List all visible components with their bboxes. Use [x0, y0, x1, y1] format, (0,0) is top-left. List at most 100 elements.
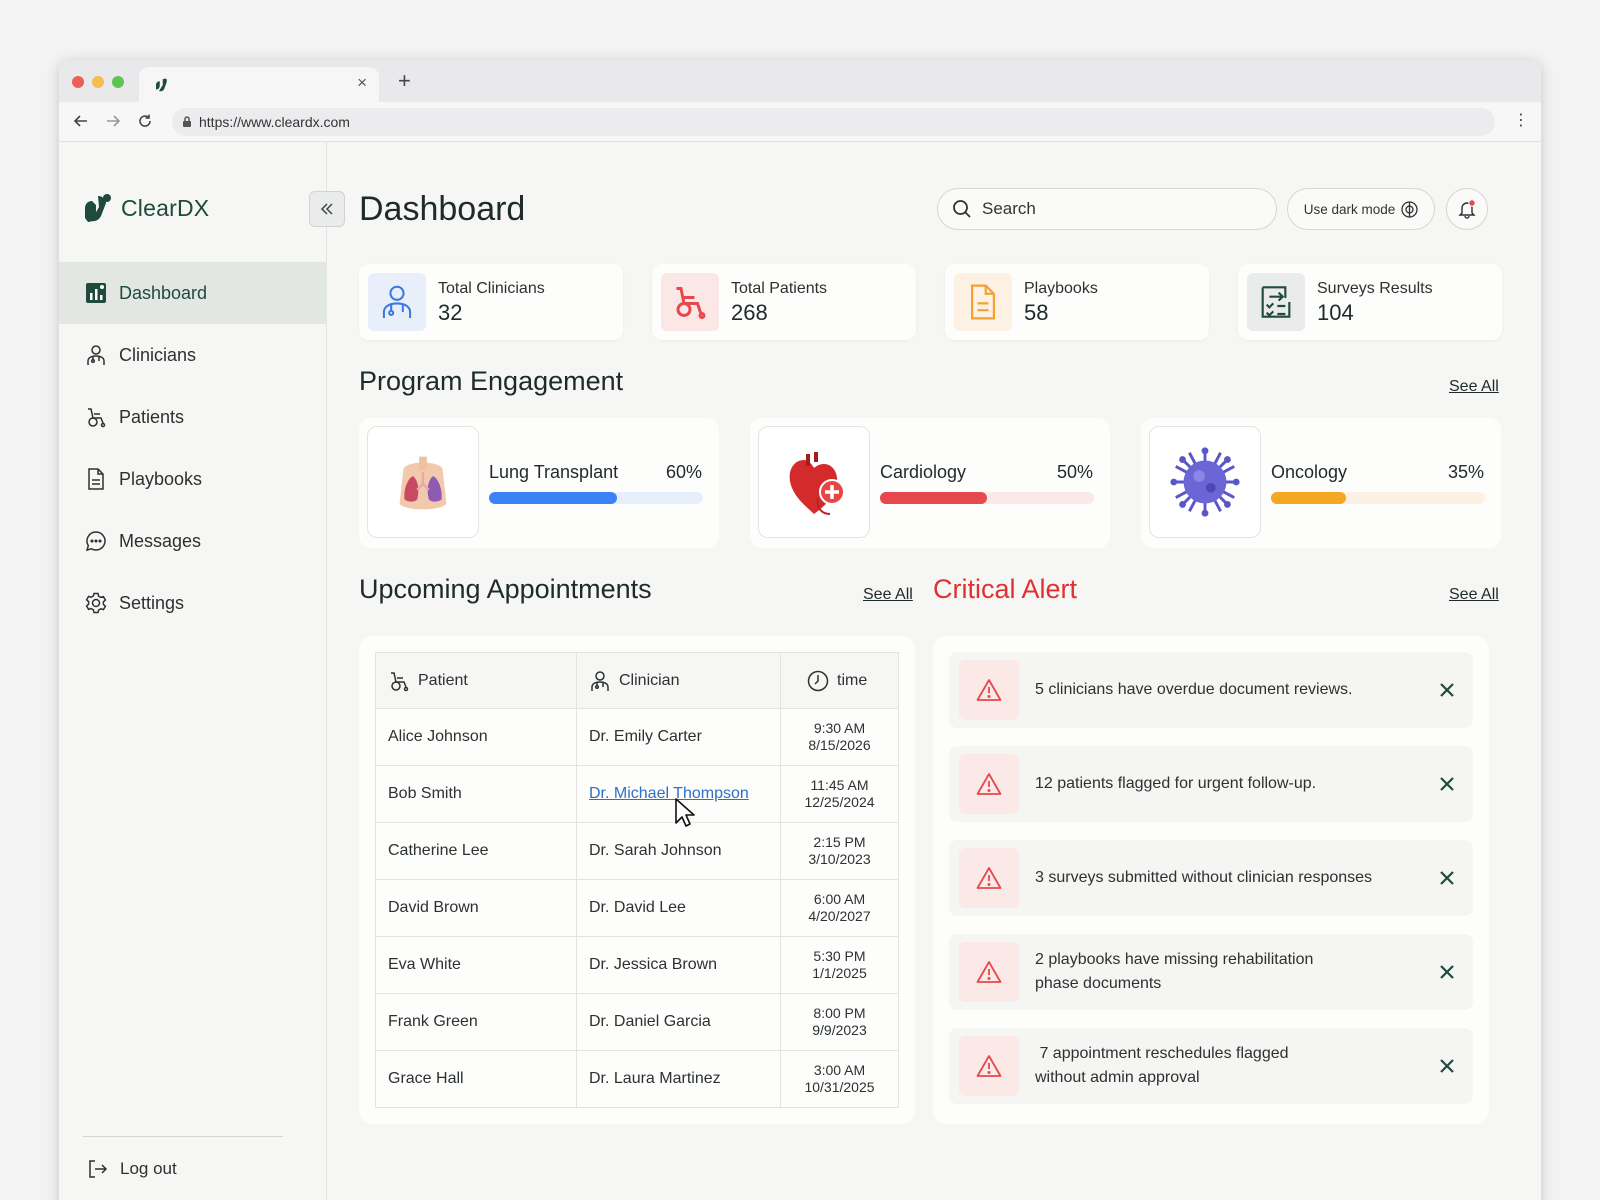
close-window-dot[interactable] [72, 76, 84, 88]
browser-tab[interactable]: × [139, 67, 379, 102]
patient-cell[interactable]: Catherine Lee [375, 822, 577, 880]
dismiss-alert-close-icon[interactable] [1435, 1054, 1459, 1078]
appointment-date: 3/10/2023 [808, 851, 871, 867]
stat-label: Total Clinicians [438, 280, 545, 297]
sidebar-item-dashboard[interactable]: Dashboard [59, 262, 327, 324]
dismiss-alert-close-icon[interactable] [1435, 866, 1459, 890]
url-text[interactable]: https://www.cleardx.com [199, 114, 350, 130]
patient-cell[interactable]: Eva White [375, 936, 577, 994]
patient-cell[interactable]: Alice Johnson [375, 708, 577, 766]
alert-text: 12 patients flagged for urgent follow-up… [1035, 775, 1317, 792]
program-percent: 35% [1447, 462, 1484, 482]
stat-card-playbooks[interactable]: Playbooks 58 [945, 264, 1209, 340]
table-row[interactable]: Bob Smith Dr. Michael Thompson 11:45 AM 12/… [375, 765, 899, 823]
stat-icon-box [368, 273, 426, 331]
time-cell: 5:30 PM 1/1/2025 [780, 936, 899, 994]
logout-button[interactable]: Log out [86, 1158, 177, 1180]
sidebar-item-settings[interactable]: Settings [59, 572, 327, 634]
forward-icon[interactable] [101, 109, 125, 133]
patient-cell[interactable]: David Brown [375, 879, 577, 937]
column-header-clinician[interactable]: Clinician [576, 652, 781, 709]
dismiss-alert-close-icon[interactable] [1435, 678, 1459, 702]
browser-menu-icon[interactable]: ⋮ [1513, 110, 1529, 130]
search-box[interactable] [937, 188, 1277, 230]
alert-item[interactable]: 2 playbooks have missing rehabilitation … [949, 934, 1473, 1010]
column-header-patient[interactable]: Patient [375, 652, 577, 709]
progress-track [880, 492, 1094, 504]
brand-logo[interactable]: ClearDX [83, 190, 209, 226]
minimize-window-dot[interactable] [92, 76, 104, 88]
stat-value: 268 [731, 300, 768, 325]
dismiss-alert-close-icon[interactable] [1435, 772, 1459, 796]
clinician-cell[interactable]: Dr. Sarah Johnson [576, 822, 781, 880]
alert-item[interactable]: 12 patients flagged for urgent follow-up… [949, 746, 1473, 822]
program-percent: 50% [1056, 462, 1093, 482]
alert-item[interactable]: 7 appointment reschedules flagged withou… [949, 1028, 1473, 1104]
notifications-button[interactable] [1446, 188, 1488, 230]
patient-cell[interactable]: Grace Hall [375, 1050, 577, 1108]
stat-value: 104 [1317, 300, 1354, 325]
table-row[interactable]: Catherine Lee Dr. Sarah Johnson 2:15 PM 3/1… [375, 822, 899, 880]
program-card-oncology[interactable]: Oncology 35% [1141, 418, 1501, 548]
sidebar-item-playbooks[interactable]: Playbooks [59, 448, 327, 510]
alerts-see-all-link[interactable]: See All [1449, 586, 1499, 604]
clinician-cell[interactable]: Dr. Daniel Garcia [576, 993, 781, 1051]
clinician-cell[interactable]: Dr. David Lee [576, 879, 781, 937]
column-header-time[interactable]: time [780, 652, 899, 709]
clinician-cell[interactable]: Dr. Laura Martinez [576, 1050, 781, 1108]
bar-chart-icon [85, 282, 107, 304]
appointment-time: 8:00 PM [813, 1005, 866, 1021]
clinician-cell[interactable]: Dr. Emily Carter [576, 708, 781, 766]
back-icon[interactable] [69, 109, 93, 133]
sidebar-item-clinicians[interactable]: Clinicians [59, 324, 327, 386]
appointment-date: 9/9/2023 [812, 1022, 867, 1038]
appointments-see-all-link[interactable]: See All [863, 586, 913, 604]
sidebar-item-patients[interactable]: Patients [59, 386, 327, 448]
maximize-window-dot[interactable] [112, 76, 124, 88]
page-title: Dashboard [359, 190, 526, 228]
table-row[interactable]: Grace Hall Dr. Laura Martinez 3:00 AM 10/31… [375, 1050, 899, 1108]
alert-item[interactable]: 5 clinicians have overdue document revie… [949, 652, 1473, 728]
chat-bubble-icon [85, 530, 107, 552]
table-row[interactable]: Eva White Dr. Jessica Brown 5:30 PM 1/1/202… [375, 936, 899, 994]
clinician-link[interactable]: Dr. Michael Thompson [589, 785, 749, 802]
main-content: Dashboard Use dark mode Total Clinicians… [327, 142, 1541, 1200]
stat-card-surveys[interactable]: Surveys Results 104 [1238, 264, 1502, 340]
browser-toolbar: https://www.cleardx.com ⋮ [59, 102, 1541, 142]
clinician-cell[interactable]: Dr. Jessica Brown [576, 936, 781, 994]
clinician-icon [591, 670, 609, 691]
table-row[interactable]: Frank Green Dr. Daniel Garcia 8:00 PM 9/9/2… [375, 993, 899, 1051]
tab-close-icon[interactable]: × [357, 73, 367, 93]
dismiss-alert-close-icon[interactable] [1435, 960, 1459, 984]
mouse-pointer-icon [675, 798, 695, 827]
patient-cell[interactable]: Bob Smith [375, 765, 577, 823]
table-row[interactable]: Alice Johnson Dr. Emily Carter 9:30 AM 8/15… [375, 708, 899, 766]
dark-mode-button[interactable]: Use dark mode [1287, 188, 1435, 230]
sidebar: ClearDX Dashboard Clinicians Patients Pl… [59, 142, 327, 1200]
collapse-sidebar-button[interactable] [309, 191, 345, 227]
virus-icon [1149, 426, 1261, 538]
app: ClearDX Dashboard Clinicians Patients Pl… [59, 142, 1541, 1200]
wheelchair-icon [85, 406, 107, 428]
sidebar-divider [83, 1136, 283, 1137]
cleardx-logo-icon [85, 194, 111, 222]
program-card-lung-transplant[interactable]: Lung Transplant 60% [359, 418, 719, 548]
stat-label: Surveys Results [1317, 280, 1433, 297]
patient-cell[interactable]: Frank Green [375, 993, 577, 1051]
appointment-date: 10/31/2025 [804, 1079, 875, 1095]
alert-item[interactable]: 3 surveys submitted without clinician re… [949, 840, 1473, 916]
stat-card-clinicians[interactable]: Total Clinicians 32 [359, 264, 623, 340]
new-tab-button[interactable]: + [398, 68, 411, 94]
address-bar[interactable]: https://www.cleardx.com [172, 108, 1495, 136]
search-input[interactable] [982, 199, 1242, 219]
sidebar-item-messages[interactable]: Messages [59, 510, 327, 572]
program-card-cardiology[interactable]: Cardiology 50% [750, 418, 1110, 548]
program-see-all-link[interactable]: See All [1449, 378, 1499, 396]
stat-value: 58 [1024, 300, 1049, 325]
stat-icon-box [1247, 273, 1305, 331]
table-row[interactable]: David Brown Dr. David Lee 6:00 AM 4/20/2027 [375, 879, 899, 937]
tab-bar: × + [59, 60, 1541, 102]
program-name: Lung Transplant [489, 462, 619, 482]
stat-card-patients[interactable]: Total Patients 268 [652, 264, 916, 340]
reload-icon[interactable] [133, 109, 157, 133]
